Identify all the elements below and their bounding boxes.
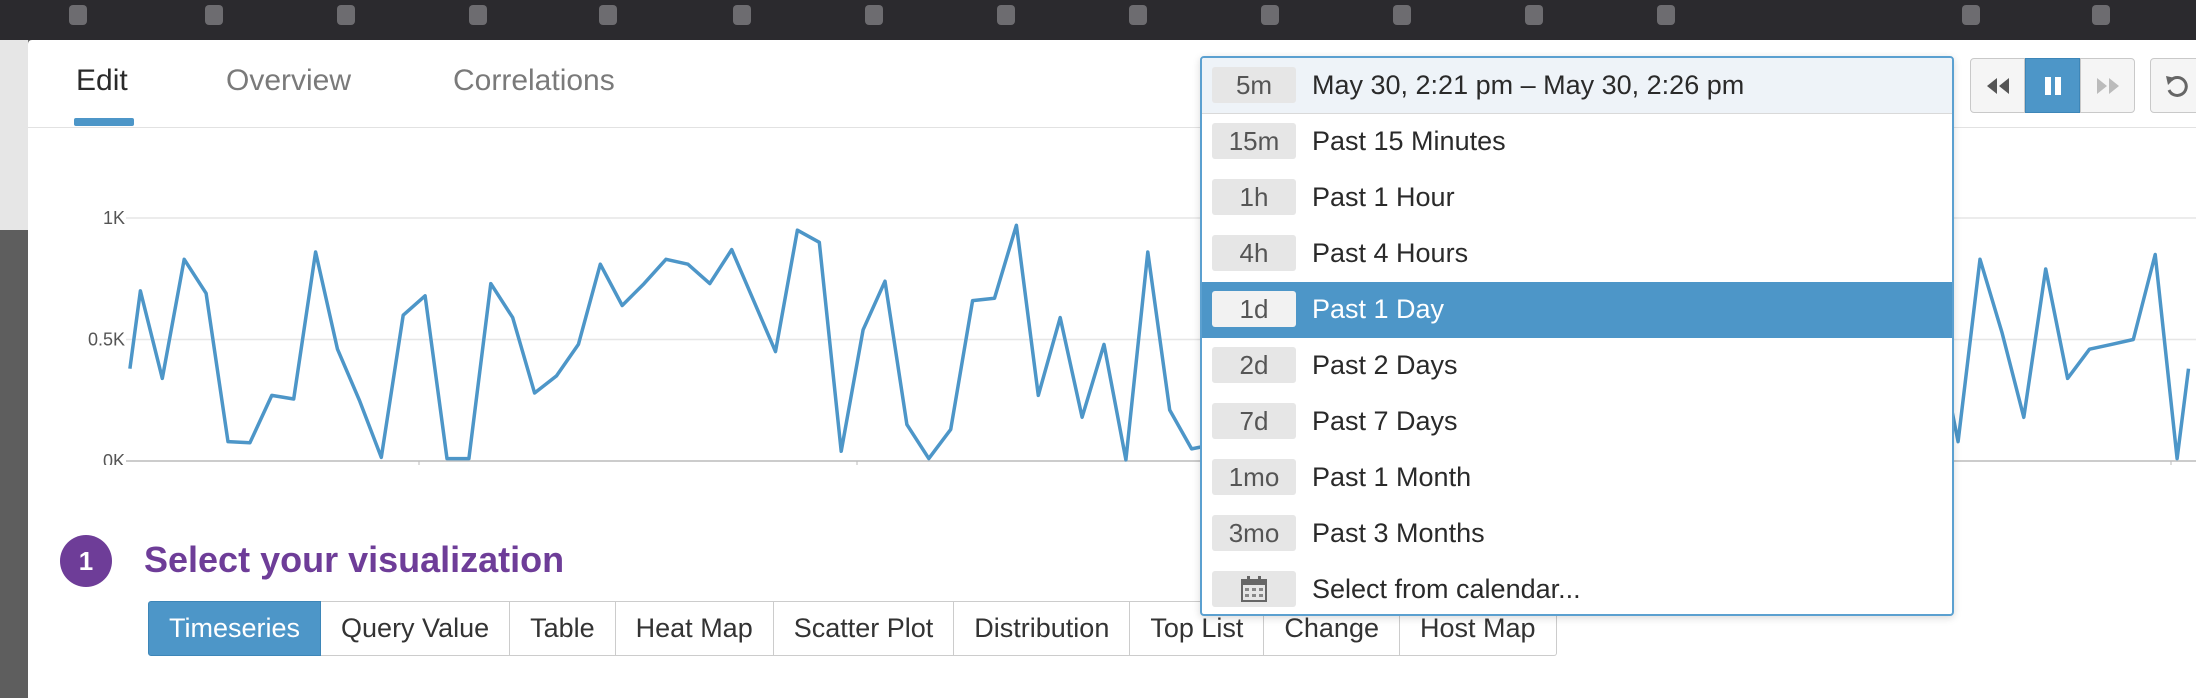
cubes-icon[interactable] (592, 0, 624, 32)
playback-controls (1970, 58, 2135, 113)
background-shade (0, 40, 28, 698)
y-tick-label: 0K (103, 451, 125, 465)
fast-forward-button[interactable] (2080, 58, 2135, 113)
viz-scatter-plot-button[interactable]: Scatter Plot (773, 601, 955, 656)
rewind-button[interactable] (1970, 58, 2025, 113)
time-option-badge: 1h (1212, 179, 1296, 215)
time-option-calendar[interactable]: Select from calendar... (1202, 562, 1952, 614)
time-option-label: Past 2 Days (1312, 350, 1458, 380)
list-icon[interactable] (330, 0, 362, 32)
background-shade-dark (0, 230, 28, 698)
time-range-dropdown: 5m May 30, 2:21 pm – May 30, 2:26 pm 15m… (1200, 56, 1954, 616)
help-icon[interactable] (1955, 0, 1987, 32)
time-option-1d[interactable]: 1d Past 1 Day (1202, 282, 1952, 338)
filter-icon[interactable] (1122, 0, 1154, 32)
time-option-label: Past 7 Days (1312, 406, 1458, 436)
time-option-badge: 4h (1212, 235, 1296, 271)
time-option-label: Past 4 Hours (1312, 238, 1469, 268)
time-option-4h[interactable]: 4h Past 4 Hours (1202, 226, 1952, 282)
time-option-badge: 1d (1212, 291, 1296, 327)
undo-icon (2166, 75, 2188, 97)
time-option-badge: 7d (1212, 403, 1296, 439)
undo-button[interactable] (2150, 58, 2196, 113)
time-option-label: Past 15 Minutes (1312, 126, 1506, 156)
search-settings-icon[interactable] (1386, 0, 1418, 32)
time-option-badge: 2d (1212, 347, 1296, 383)
tab-edit[interactable]: Edit (76, 64, 128, 98)
tab-correlations[interactable]: Correlations (453, 64, 615, 98)
time-option-7d[interactable]: 7d Past 7 Days (1202, 394, 1952, 450)
puzzle-icon[interactable] (990, 0, 1022, 32)
viz-query-value-button[interactable]: Query Value (321, 601, 511, 656)
fast-forward-icon (2096, 77, 2119, 94)
viz-heat-map-button[interactable]: Heat Map (615, 601, 774, 656)
calendar-icon (1212, 571, 1296, 607)
users-icon[interactable] (2085, 0, 2117, 32)
time-option-15m[interactable]: 15m Past 15 Minutes (1202, 114, 1952, 170)
dog-logo-icon[interactable] (62, 0, 94, 32)
time-option-label: Past 1 Hour (1312, 182, 1455, 212)
area-chart-icon[interactable] (462, 0, 494, 32)
time-option-3mo[interactable]: 3mo Past 3 Months (1202, 506, 1952, 562)
tab-overview[interactable]: Overview (226, 64, 351, 98)
time-range-input[interactable]: May 30, 2:21 pm – May 30, 2:26 pm (1312, 70, 1744, 101)
gauge-icon[interactable] (858, 0, 890, 32)
shield-icon[interactable] (1518, 0, 1550, 32)
time-option-label: Past 3 Months (1312, 518, 1485, 548)
bug-icon[interactable] (1650, 0, 1682, 32)
alert-icon[interactable] (726, 0, 758, 32)
time-option-badge: 1mo (1212, 459, 1296, 495)
viz-distribution-button[interactable]: Distribution (954, 601, 1131, 656)
time-range-badge: 5m (1212, 67, 1296, 103)
top-navigation-bar (0, 0, 2196, 40)
book-icon[interactable] (1254, 0, 1286, 32)
time-option-badge: 15m (1212, 123, 1296, 159)
pause-icon (2044, 76, 2061, 95)
calendar-option-label: Select from calendar... (1312, 574, 1581, 604)
time-option-badge: 3mo (1212, 515, 1296, 551)
rewind-icon (1986, 77, 2009, 94)
time-option-label: Past 1 Month (1312, 462, 1472, 492)
binoculars-icon[interactable] (198, 0, 230, 32)
step-number-badge: 1 (60, 535, 112, 587)
y-tick-label: 1K (103, 208, 125, 228)
y-axis-ticks: 1K 0.5K 0K (88, 208, 125, 465)
pause-button[interactable] (2025, 58, 2080, 113)
time-option-label: Past 1 Day (1312, 294, 1445, 324)
time-option-1h[interactable]: 1h Past 1 Hour (1202, 170, 1952, 226)
time-range-current-row[interactable]: 5m May 30, 2:21 pm – May 30, 2:26 pm (1202, 58, 1952, 114)
y-tick-label: 0.5K (88, 330, 125, 350)
time-option-1mo[interactable]: 1mo Past 1 Month (1202, 450, 1952, 506)
time-option-2d[interactable]: 2d Past 2 Days (1202, 338, 1952, 394)
step-title: Select your visualization (144, 539, 565, 580)
active-tab-indicator (74, 118, 134, 126)
viz-timeseries-button[interactable]: Timeseries (148, 601, 322, 656)
viz-table-button[interactable]: Table (510, 601, 616, 656)
